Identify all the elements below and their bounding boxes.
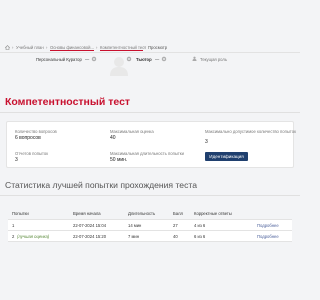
column-header: Время начала xyxy=(73,211,101,216)
breadcrumb-sep: › xyxy=(96,45,98,50)
score: 40 xyxy=(173,234,178,239)
identification-button[interactable]: Идентификация xyxy=(205,152,248,161)
breadcrumb: › Учебный план › Основы финансовой... › … xyxy=(4,45,224,52)
column-header: Балл xyxy=(173,211,183,216)
details-link[interactable]: Подробнее xyxy=(257,234,279,239)
max-score-value: 40 xyxy=(110,135,116,141)
attempt-number: 1 xyxy=(12,223,15,228)
correct-answers: 4 из 6 xyxy=(194,223,206,228)
table-row xyxy=(8,220,292,230)
divider xyxy=(0,112,300,113)
curator-label: Персональный Куратор xyxy=(36,57,82,62)
attempts-used-value: 3 xyxy=(15,157,18,163)
duration: 14 мин xyxy=(128,223,142,228)
max-duration-value: 50 мин. xyxy=(110,157,128,163)
details-link[interactable]: Подробнее xyxy=(257,223,279,228)
breadcrumb-item-current: Просмотр xyxy=(148,45,168,50)
page-title: Компетентностный тест xyxy=(5,96,131,108)
current-role-label: Текущая роль xyxy=(200,57,228,62)
stats-table: Попытки Время начала Длительность Балл К… xyxy=(0,205,300,250)
correct-answers: 6 из 6 xyxy=(194,234,206,239)
column-header: Длительность xyxy=(128,211,156,216)
breadcrumb-sep: › xyxy=(144,45,146,50)
max-attempts-label: Максимально допустимое количество попыто… xyxy=(205,129,296,134)
column-header: Попытки xyxy=(12,211,29,216)
duration: 7 мин xyxy=(128,234,140,239)
max-attempts-value: 3 xyxy=(205,139,208,145)
divider xyxy=(0,52,300,53)
best-score-note: (лучшая оценка) xyxy=(17,234,50,239)
breadcrumb-underline xyxy=(50,50,94,51)
tutor-label: Тьютор xyxy=(136,57,152,62)
questions-value: 6 вопросов xyxy=(15,135,41,141)
divider xyxy=(0,195,300,196)
breadcrumb-sep: › xyxy=(46,45,48,50)
gear-icon[interactable] xyxy=(161,56,167,62)
column-header: Корректные ответы xyxy=(194,211,232,216)
gear-icon[interactable] xyxy=(126,56,132,62)
attempt-number: 2 xyxy=(12,234,15,239)
test-info-card: Количество вопросов 6 вопросов Максималь… xyxy=(6,121,296,168)
curator-value: ― xyxy=(85,57,90,62)
divider xyxy=(8,241,292,242)
breadcrumb-sep: › xyxy=(12,45,14,50)
tutor-value: ― xyxy=(155,57,160,62)
stats-title: Статистика лучшей попытки прохождения те… xyxy=(5,180,197,190)
questions-label: Количество вопросов xyxy=(15,129,57,134)
table-row xyxy=(8,231,292,241)
max-score-label: Максимальная оценка xyxy=(110,129,154,134)
user-icon xyxy=(192,56,197,61)
breadcrumb-item-study-plan[interactable]: Учебный план xyxy=(16,45,44,50)
gear-icon[interactable] xyxy=(91,56,97,62)
start-time: 22-07-2024 15:04 xyxy=(73,223,107,228)
max-duration-label: Максимальная длительность попытки xyxy=(110,151,184,156)
breadcrumb-underline xyxy=(100,50,143,51)
home-icon[interactable] xyxy=(5,45,10,50)
score: 27 xyxy=(173,223,178,228)
attempts-used-label: Отчетов попыток xyxy=(15,151,49,156)
start-time: 22-07-2024 15:20 xyxy=(73,234,107,239)
